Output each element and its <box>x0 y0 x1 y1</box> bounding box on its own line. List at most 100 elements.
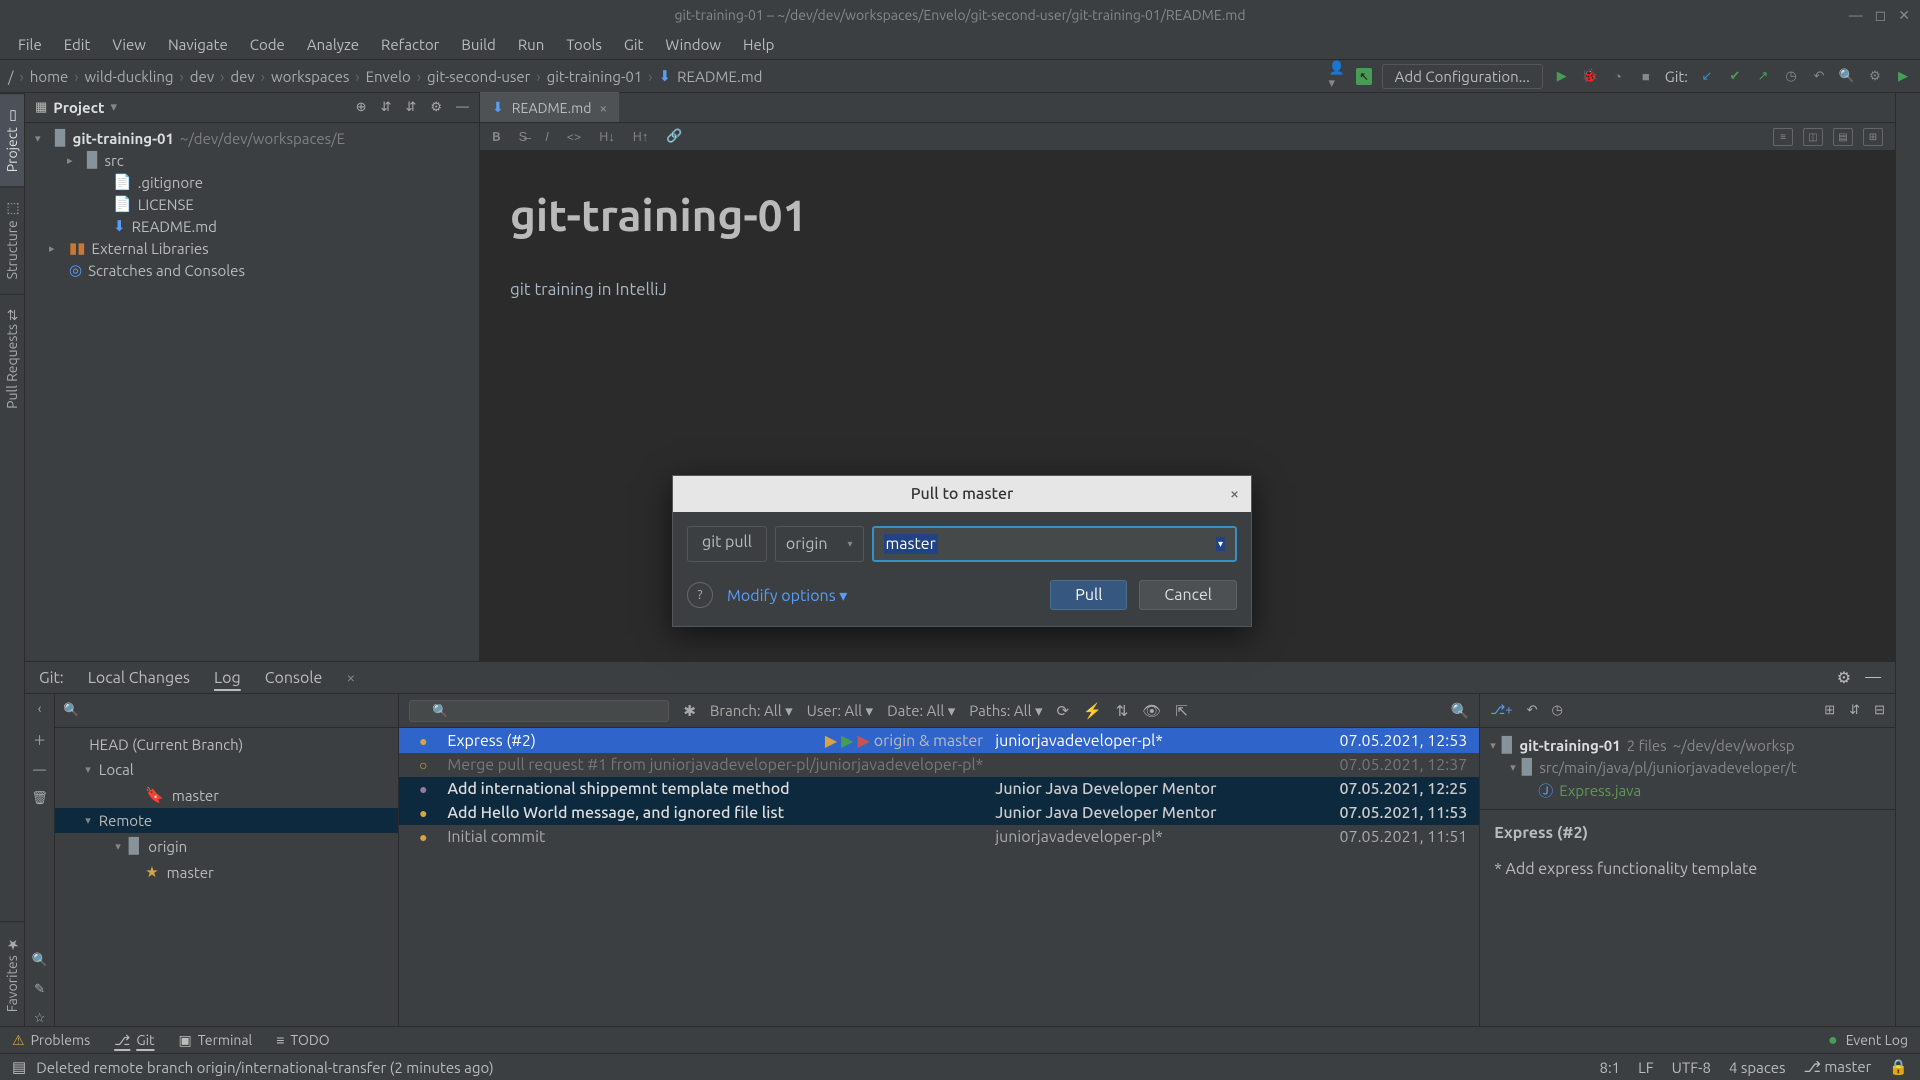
italic-icon[interactable]: I <box>545 130 548 144</box>
back-icon[interactable]: ‹ <box>38 702 42 716</box>
menu-refactor[interactable]: Refactor <box>371 32 449 57</box>
undo-icon[interactable]: ↶ <box>1527 703 1538 718</box>
clock-icon[interactable]: ◷ <box>1551 703 1562 718</box>
cherry-pick-icon[interactable]: ⚡ <box>1083 702 1102 720</box>
git-branch-status[interactable]: ⎇ master <box>1804 1058 1872 1076</box>
project-select-icon[interactable]: ▦ <box>35 100 47 115</box>
details-root[interactable]: ▾▉ git-training-01 2 files ~/dev/dev/wor… <box>1480 734 1895 756</box>
sort-icon[interactable]: ⇅ <box>1116 702 1129 720</box>
eye-icon[interactable]: 👁 <box>1142 702 1161 720</box>
group-icon[interactable]: ⊞ <box>1824 703 1835 718</box>
h-down-icon[interactable]: H↓ <box>599 129 615 144</box>
dialog-titlebar[interactable]: Pull to master × <box>673 476 1251 512</box>
crumb[interactable]: wild-duckling <box>85 68 174 85</box>
cancel-button[interactable]: Cancel <box>1139 580 1237 610</box>
branch-group-remote[interactable]: ▾Remote <box>55 808 398 833</box>
view-preview-icon[interactable]: ▤ <box>1833 128 1853 146</box>
side-project[interactable]: Project ▯ <box>0 93 24 186</box>
menu-navigate[interactable]: Navigate <box>158 32 238 57</box>
project-title[interactable]: Project <box>53 99 104 116</box>
view-split-icon[interactable]: ◫ <box>1803 128 1823 146</box>
search-icon[interactable]: 🔍 <box>1838 67 1856 85</box>
tool-git[interactable]: ⎇Git <box>114 1032 154 1049</box>
tree-external-libs[interactable]: ▸▮▮External Libraries <box>25 237 479 259</box>
menu-code[interactable]: Code <box>240 32 295 57</box>
git-tab-log[interactable]: Log <box>214 669 241 687</box>
build-icon[interactable]: ↖ <box>1356 68 1371 85</box>
pull-button[interactable]: Pull <box>1050 580 1127 610</box>
star-icon[interactable]: ☆ <box>34 1011 46 1026</box>
commit-row[interactable]: ● Express (#2) ▶▶▶origin & master junior… <box>399 728 1479 753</box>
menu-edit[interactable]: Edit <box>54 32 101 57</box>
refresh-icon[interactable]: ⟳ <box>1056 702 1069 720</box>
close-tab-icon[interactable]: × <box>599 100 607 116</box>
edit-icon[interactable]: ✎ <box>34 982 45 997</box>
editor-tab-readme[interactable]: ⬇ README.md × <box>480 92 619 122</box>
git-history-icon[interactable]: ◷ <box>1782 67 1800 85</box>
side-favorites[interactable]: Favorites ★ <box>0 921 24 1026</box>
menu-analyze[interactable]: Analyze <box>297 32 369 57</box>
tree-root[interactable]: ▾▉ git-training-01 ~/dev/dev/workspaces/… <box>25 127 479 149</box>
branch-group-local[interactable]: ▾Local <box>55 757 398 782</box>
bold-icon[interactable]: B <box>492 130 501 144</box>
coverage-icon[interactable]: ◔ <box>1609 67 1627 85</box>
menu-build[interactable]: Build <box>451 32 505 57</box>
filter-user[interactable]: User: All ▾ <box>807 702 873 720</box>
minimize-icon[interactable]: — <box>1849 7 1863 24</box>
menu-icon[interactable]: ▤ <box>12 1058 26 1076</box>
code-icon[interactable]: <> <box>567 130 582 144</box>
details-pkg[interactable]: ▾▉ src/main/java/pl/juniorjavadeveloper/… <box>1480 756 1895 778</box>
remote-select[interactable]: origin▾ <box>775 526 864 562</box>
git-tab-local-changes[interactable]: Local Changes <box>88 669 190 687</box>
hide-icon[interactable]: — <box>1865 668 1881 687</box>
git-tab-console[interactable]: Console <box>265 669 323 687</box>
filter-paths[interactable]: Paths: All ▾ <box>969 702 1042 720</box>
dialog-close-icon[interactable]: × <box>1230 485 1239 503</box>
menu-file[interactable]: File <box>8 32 52 57</box>
view-source-icon[interactable]: ≡ <box>1773 128 1793 146</box>
branch-head[interactable]: HEAD (Current Branch) <box>55 732 398 757</box>
crumb[interactable]: README.md <box>677 68 762 85</box>
user-icon[interactable]: 👤▾ <box>1328 67 1346 85</box>
run-icon[interactable]: ▶ <box>1553 67 1571 85</box>
commit-row[interactable]: ○ Merge pull request #1 from juniorjavad… <box>399 753 1479 777</box>
menu-help[interactable]: Help <box>733 32 784 57</box>
hide-icon[interactable]: — <box>456 100 469 115</box>
crumb[interactable]: git-training-01 <box>547 68 643 85</box>
crumb[interactable]: dev <box>190 68 214 85</box>
strike-icon[interactable]: S̶ <box>519 129 528 144</box>
close-icon[interactable]: ✕ <box>1898 7 1910 24</box>
git-commit-icon[interactable]: ✔ <box>1726 67 1744 85</box>
git-push-icon[interactable]: ↗ <box>1754 67 1772 85</box>
new-branch-icon[interactable]: ⎇+ <box>1490 703 1512 718</box>
lock-icon[interactable]: 🔒 <box>1889 1058 1908 1076</box>
crumb[interactable]: / <box>8 68 14 85</box>
git-revert-icon[interactable]: ↶ <box>1810 67 1828 85</box>
tool-todo[interactable]: ≡TODO <box>276 1032 329 1048</box>
collapse-icon[interactable]: ⇵ <box>405 100 416 115</box>
menu-window[interactable]: Window <box>655 32 731 57</box>
tree-folder-src[interactable]: ▸▉src <box>25 149 479 171</box>
tree-file-license[interactable]: 📄LICENSE <box>25 193 479 215</box>
tool-problems[interactable]: ⚠Problems <box>12 1032 90 1049</box>
remove-icon[interactable]: — <box>33 763 46 777</box>
goto-icon[interactable]: ⇱ <box>1175 702 1188 720</box>
stop-icon[interactable]: ■ <box>1637 67 1655 85</box>
h-up-icon[interactable]: H↑ <box>633 129 649 144</box>
modify-options-link[interactable]: Modify options ▾ <box>727 586 847 605</box>
menu-run[interactable]: Run <box>508 32 554 57</box>
menu-view[interactable]: View <box>102 32 156 57</box>
branch-remote-master[interactable]: ★master <box>55 859 398 885</box>
tool-event-log[interactable]: Event Log <box>1846 1032 1908 1048</box>
branch-remote-origin[interactable]: ▾▉origin <box>55 833 398 859</box>
commit-row[interactable]: ● Add international shippemnt template m… <box>399 777 1479 801</box>
delete-icon[interactable]: 🗑 <box>31 791 48 806</box>
git-pull-icon[interactable]: ↙ <box>1698 67 1716 85</box>
collapse-icon[interactable]: ⊟ <box>1874 703 1885 718</box>
run-config-select[interactable]: Add Configuration... <box>1382 64 1543 89</box>
git-tab-close-icon[interactable]: × <box>346 669 355 687</box>
tool-terminal[interactable]: ▣Terminal <box>179 1032 253 1049</box>
tree-file-gitignore[interactable]: 📄.gitignore <box>25 171 479 193</box>
filter-date[interactable]: Date: All ▾ <box>887 702 955 720</box>
regex-icon[interactable]: ✱ <box>683 702 696 720</box>
